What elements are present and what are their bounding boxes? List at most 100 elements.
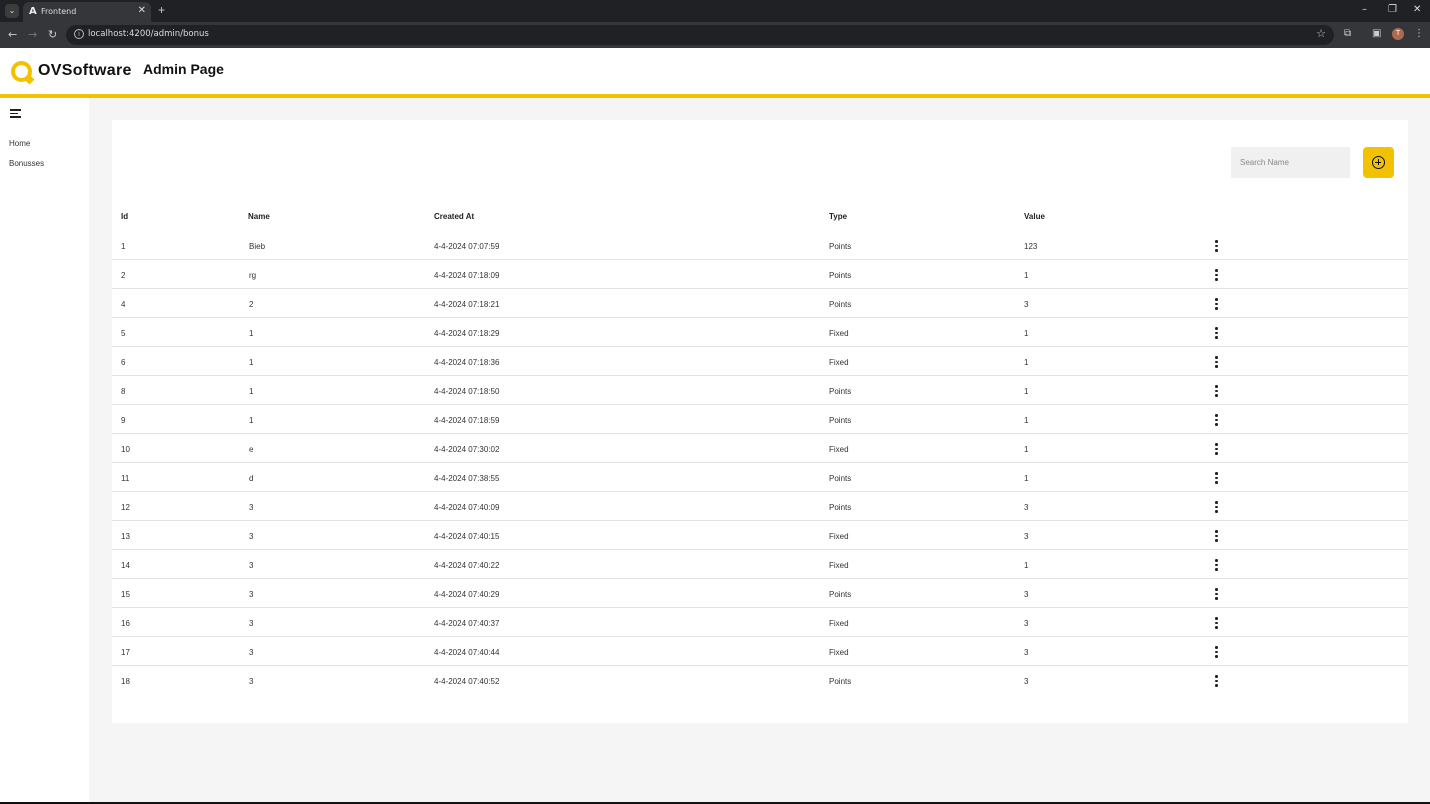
- table-row: 15 3 4-4-2024 07:40:29 Points 3: [112, 579, 1408, 608]
- cell-created-at: 4-4-2024 07:07:59: [434, 242, 500, 251]
- cell-value: 3: [1024, 619, 1029, 628]
- bookmark-star-icon[interactable]: ☆: [1316, 27, 1326, 40]
- cell-name: 1: [249, 358, 254, 367]
- row-actions-menu-icon[interactable]: [1213, 646, 1219, 658]
- add-bonus-button[interactable]: [1363, 147, 1394, 178]
- cell-type: Points: [829, 300, 852, 309]
- browser-tab-strip: ⌄ A Frontend ✕ + – ❐ ✕: [0, 0, 1430, 22]
- cell-created-at: 4-4-2024 07:18:50: [434, 387, 500, 396]
- cell-name: 1: [249, 387, 254, 396]
- site-info-icon[interactable]: i: [74, 29, 84, 39]
- cell-id: 17: [121, 648, 130, 657]
- column-header-id[interactable]: Id: [121, 212, 128, 221]
- cell-value: 3: [1024, 648, 1029, 657]
- cell-id: 1: [121, 242, 126, 251]
- column-header-type[interactable]: Type: [829, 212, 847, 221]
- row-actions-menu-icon[interactable]: [1213, 501, 1219, 513]
- row-actions-menu-icon[interactable]: [1213, 617, 1219, 629]
- row-actions-menu-icon[interactable]: [1213, 443, 1219, 455]
- table-row: 6 1 4-4-2024 07:18:36 Fixed 1: [112, 347, 1408, 376]
- reload-icon[interactable]: ↻: [48, 28, 57, 41]
- cell-value: 1: [1024, 387, 1029, 396]
- cell-type: Fixed: [829, 358, 849, 367]
- cell-type: Fixed: [829, 532, 849, 541]
- new-tab-button[interactable]: +: [158, 3, 165, 17]
- row-actions-menu-icon[interactable]: [1213, 240, 1219, 252]
- tab-close-icon[interactable]: ✕: [138, 5, 146, 16]
- back-icon[interactable]: ←: [8, 28, 17, 41]
- cell-type: Fixed: [829, 619, 849, 628]
- minimize-icon[interactable]: –: [1362, 4, 1367, 15]
- forward-icon[interactable]: →: [28, 28, 37, 41]
- cell-id: 2: [121, 271, 126, 280]
- row-actions-menu-icon[interactable]: [1213, 298, 1219, 310]
- cell-id: 5: [121, 329, 126, 338]
- cell-id: 8: [121, 387, 126, 396]
- restore-icon[interactable]: ❐: [1388, 4, 1397, 15]
- cell-id: 12: [121, 503, 130, 512]
- column-header-name[interactable]: Name: [248, 212, 270, 221]
- search-input[interactable]: [1231, 147, 1350, 178]
- cell-id: 16: [121, 619, 130, 628]
- table-row: 18 3 4-4-2024 07:40:52 Points 3: [112, 666, 1408, 695]
- row-actions-menu-icon[interactable]: [1213, 414, 1219, 426]
- cell-created-at: 4-4-2024 07:30:02: [434, 445, 500, 454]
- column-header-value[interactable]: Value: [1024, 212, 1045, 221]
- cell-value: 3: [1024, 677, 1029, 686]
- cell-type: Points: [829, 271, 852, 280]
- column-header-created-at[interactable]: Created At: [434, 212, 474, 221]
- table-body: 1 Bieb 4-4-2024 07:07:59 Points 123 2 rg 4-4-20…: [112, 231, 1408, 695]
- cell-created-at: 4-4-2024 07:40:37: [434, 619, 500, 628]
- tab-search-icon[interactable]: ⌄: [5, 4, 19, 18]
- cell-created-at: 4-4-2024 07:18:09: [434, 271, 500, 280]
- cell-created-at: 4-4-2024 07:40:09: [434, 503, 500, 512]
- url-field[interactable]: i localhost:4200/admin/bonus ☆: [66, 25, 1334, 45]
- cell-name: 3: [249, 590, 254, 599]
- row-actions-menu-icon[interactable]: [1213, 588, 1219, 600]
- table-row: 1 Bieb 4-4-2024 07:07:59 Points 123: [112, 231, 1408, 260]
- row-actions-menu-icon[interactable]: [1213, 269, 1219, 281]
- table-row: 2 rg 4-4-2024 07:18:09 Points 1: [112, 260, 1408, 289]
- table-row: 4 2 4-4-2024 07:18:21 Points 3: [112, 289, 1408, 318]
- cell-value: 3: [1024, 590, 1029, 599]
- cell-name: 1: [249, 416, 254, 425]
- cell-id: 11: [121, 474, 130, 483]
- cell-value: 123: [1024, 242, 1038, 251]
- cell-type: Fixed: [829, 329, 849, 338]
- cell-value: 1: [1024, 271, 1029, 280]
- row-actions-menu-icon[interactable]: [1213, 385, 1219, 397]
- row-actions-menu-icon[interactable]: [1213, 327, 1219, 339]
- cell-name: rg: [249, 271, 257, 280]
- search-field[interactable]: [1231, 147, 1350, 178]
- cell-name: Bieb: [249, 242, 266, 251]
- window-close-icon[interactable]: ✕: [1413, 4, 1421, 15]
- cell-name: 3: [249, 677, 254, 686]
- cell-created-at: 4-4-2024 07:40:52: [434, 677, 500, 686]
- row-actions-menu-icon[interactable]: [1213, 530, 1219, 542]
- table-row: 8 1 4-4-2024 07:18:50 Points 1: [112, 376, 1408, 405]
- row-actions-menu-icon[interactable]: [1213, 356, 1219, 368]
- cell-id: 9: [121, 416, 126, 425]
- cell-created-at: 4-4-2024 07:40:29: [434, 590, 500, 599]
- cell-created-at: 4-4-2024 07:40:44: [434, 648, 500, 657]
- cell-created-at: 4-4-2024 07:18:21: [434, 300, 500, 309]
- cell-value: 1: [1024, 329, 1029, 338]
- cell-created-at: 4-4-2024 07:38:55: [434, 474, 500, 483]
- cell-value: 1: [1024, 358, 1029, 367]
- sidepanel-icon[interactable]: ▣: [1372, 28, 1381, 39]
- row-actions-menu-icon[interactable]: [1213, 559, 1219, 571]
- cell-type: Fixed: [829, 445, 849, 454]
- cell-value: 1: [1024, 561, 1029, 570]
- sidebar-item-home[interactable]: Home: [9, 139, 30, 148]
- sidebar-item-bonusses[interactable]: Bonusses: [9, 159, 44, 168]
- hamburger-menu-icon[interactable]: [10, 109, 21, 118]
- extensions-icon[interactable]: ⧉: [1344, 28, 1351, 39]
- row-actions-menu-icon[interactable]: [1213, 675, 1219, 687]
- cell-name: d: [249, 474, 254, 483]
- row-actions-menu-icon[interactable]: [1213, 472, 1219, 484]
- browser-tab[interactable]: A Frontend ✕: [23, 2, 151, 22]
- profile-avatar[interactable]: T: [1392, 28, 1404, 40]
- menu-icon[interactable]: ⋮: [1414, 28, 1424, 39]
- cell-value: 1: [1024, 416, 1029, 425]
- cell-name: 3: [249, 532, 254, 541]
